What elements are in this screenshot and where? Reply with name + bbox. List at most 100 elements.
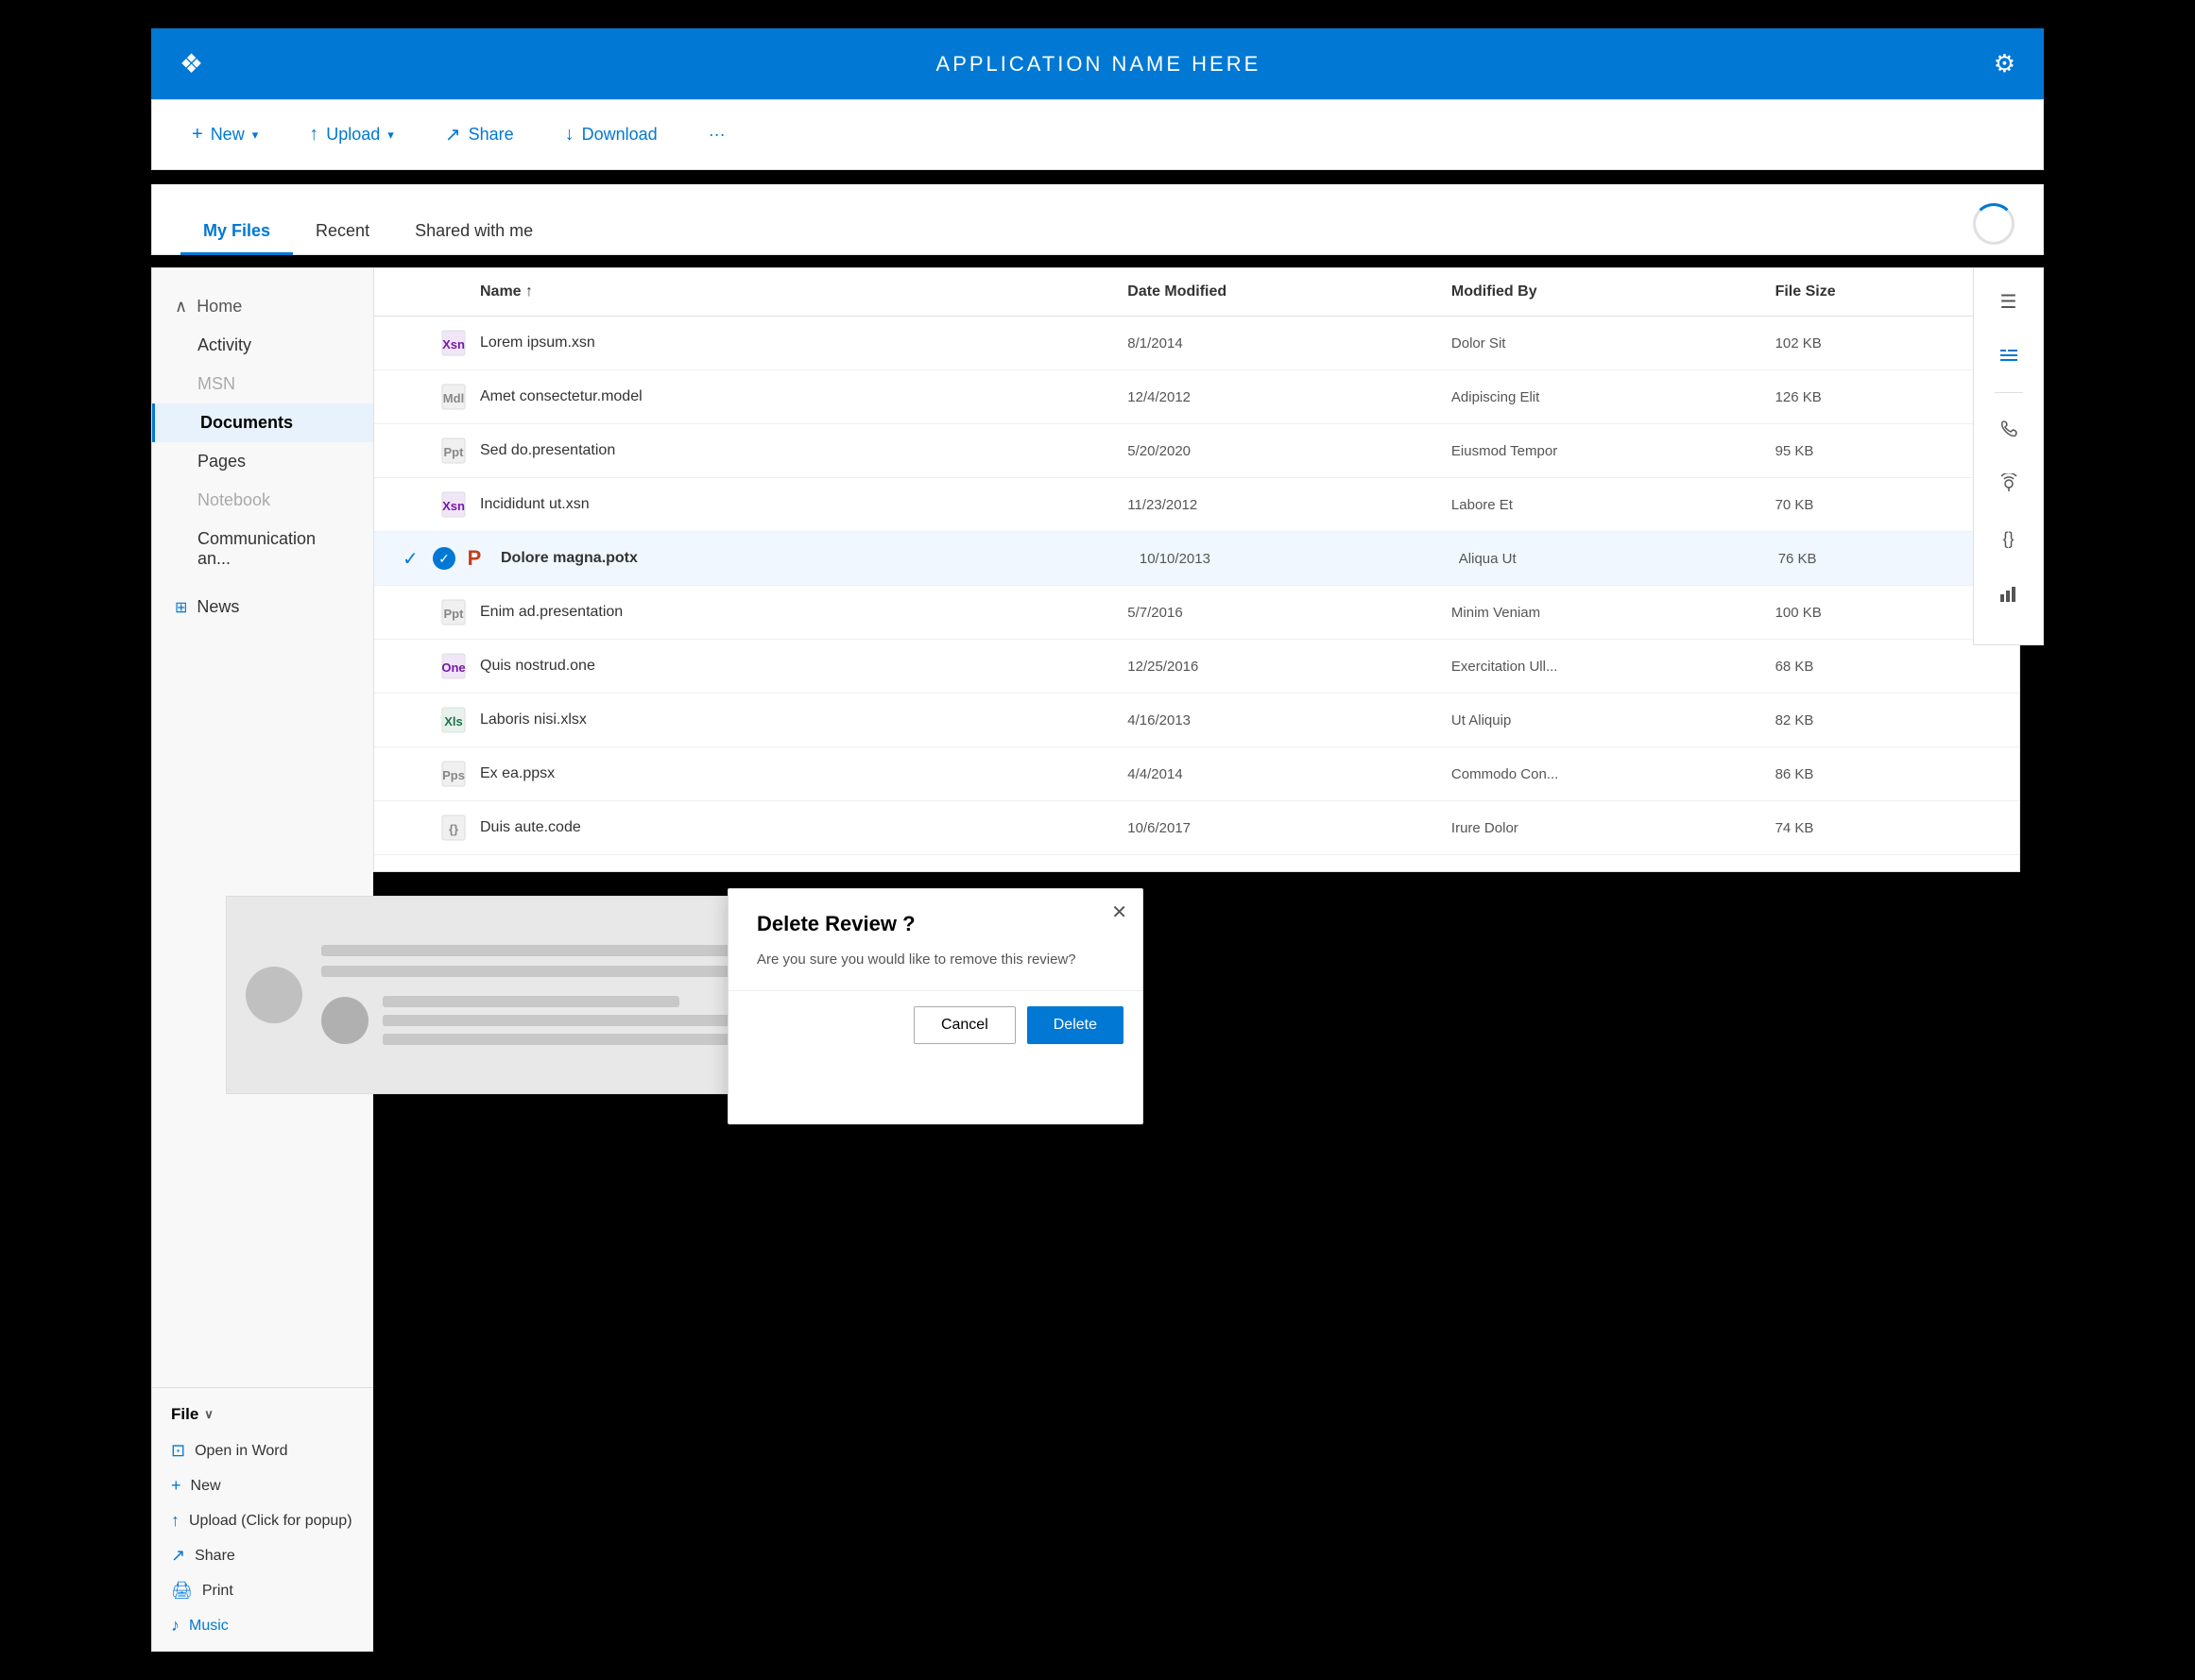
loading-spinner xyxy=(1973,203,2015,245)
upload-icon: ↑ xyxy=(309,124,318,146)
file-upload-icon: ↑ xyxy=(171,1511,180,1531)
file-modified-by: Aliqua Ut xyxy=(1459,551,1778,567)
sidebar-item-communication[interactable]: Communication an... xyxy=(152,520,373,578)
file-music-icon: ♪ xyxy=(171,1616,180,1636)
column-file-size: File Size xyxy=(1775,283,1991,300)
file-type-icon: ✓ xyxy=(429,543,459,574)
file-date: 5/7/2016 xyxy=(1127,605,1451,621)
modal-body: Are you sure you would like to remove th… xyxy=(729,951,1142,990)
news-icon: ⊞ xyxy=(175,598,187,617)
file-date: 5/20/2020 xyxy=(1127,443,1451,459)
right-panel-antenna-icon[interactable] xyxy=(1990,465,2028,503)
share-button[interactable]: ↗ Share xyxy=(434,115,525,154)
file-date: 4/16/2013 xyxy=(1127,712,1451,729)
sidebar-item-news[interactable]: ⊞ News xyxy=(152,588,373,626)
file-menu-print[interactable]: 🖨 Print xyxy=(152,1573,373,1608)
right-panel-chart-icon[interactable] xyxy=(1990,574,2028,612)
file-menu-new[interactable]: + New xyxy=(152,1468,373,1503)
right-panel-list-icon[interactable] xyxy=(1990,337,2028,375)
more-icon: ··· xyxy=(709,125,726,145)
file-size: 82 KB xyxy=(1775,712,1991,729)
svg-text:Xsn: Xsn xyxy=(442,337,465,351)
file-share-label: Share xyxy=(195,1548,235,1565)
delete-button[interactable]: Delete xyxy=(1027,1006,1123,1044)
file-new-icon: + xyxy=(171,1476,181,1496)
sidebar-item-pages[interactable]: Pages xyxy=(152,442,373,481)
file-modified-by: Ut Aliquip xyxy=(1451,712,1775,729)
file-size: 86 KB xyxy=(1775,766,1991,782)
right-panel-code-icon[interactable]: {} xyxy=(1990,520,2028,557)
row-checkbox[interactable]: ✓ xyxy=(403,547,429,571)
file-size: 70 KB xyxy=(1775,497,1991,513)
download-button[interactable]: ↓ Download xyxy=(554,116,669,153)
table-row[interactable]: Ppt Enim ad.presentation 5/7/2016 Minim … xyxy=(374,586,2019,640)
file-music-label: Music xyxy=(189,1618,229,1635)
sidebar-item-notebook[interactable]: Notebook xyxy=(152,481,373,520)
toolbar: + New ▾ ↑ Upload ▾ ↗ Share ↓ Download ··… xyxy=(151,99,2044,170)
file-modified-by: Eiusmod Tempor xyxy=(1451,443,1775,459)
file-print-icon: 🖨 xyxy=(171,1581,193,1601)
preview-line-3 xyxy=(383,996,679,1007)
sidebar-item-home[interactable]: ∧ Home xyxy=(152,287,373,326)
svg-text:One: One xyxy=(441,660,465,675)
file-menu-open-in-word[interactable]: ⊡ Open in Word xyxy=(152,1433,373,1468)
more-button[interactable]: ··· xyxy=(697,117,737,152)
file-menu-header[interactable]: File ∨ xyxy=(152,1396,373,1433)
file-size: 74 KB xyxy=(1775,820,1991,836)
preview-avatar-sm xyxy=(321,997,369,1044)
cancel-button[interactable]: Cancel xyxy=(914,1006,1016,1044)
tab-recent[interactable]: Recent xyxy=(293,210,392,255)
file-type-icon-colored: P xyxy=(459,543,489,574)
file-list-area: Name ↑ Date Modified Modified By File Si… xyxy=(373,267,2020,872)
file-menu-music[interactable]: ♪ Music xyxy=(152,1608,373,1643)
file-name: Quis nostrud.one xyxy=(480,658,1127,675)
file-type-icon: Mdl xyxy=(438,382,469,412)
file-menu-share[interactable]: ↗ Share xyxy=(152,1538,373,1573)
sidebar-item-msn[interactable]: MSN xyxy=(152,365,373,403)
tabs-bar: My Files Recent Shared with me xyxy=(151,184,2044,255)
file-modified-by: Minim Veniam xyxy=(1451,605,1775,621)
column-name[interactable]: Name ↑ xyxy=(480,283,1127,300)
table-row[interactable]: Xsn Incididunt ut.xsn 11/23/2012 Labore … xyxy=(374,478,2019,532)
svg-text:Pps: Pps xyxy=(442,768,465,782)
settings-icon[interactable]: ⚙ xyxy=(1994,49,2015,78)
modal-close-button[interactable]: ✕ xyxy=(1111,900,1127,924)
file-name: Enim ad.presentation xyxy=(480,604,1127,621)
header-bar: ❖ APPLICATION NAME HERE ⚙ xyxy=(151,28,2044,99)
table-row[interactable]: Pps Ex ea.ppsx 4/4/2014 Commodo Con... 8… xyxy=(374,747,2019,801)
file-modified-by: Adipiscing Elit xyxy=(1451,389,1775,405)
table-row[interactable]: Mdl Amet consectetur.model 12/4/2012 Adi… xyxy=(374,370,2019,424)
table-row[interactable]: ✓ ✓ P Dolore magna.potx 10/10/2013 Aliqu… xyxy=(374,532,2019,586)
right-panel-phone-icon[interactable] xyxy=(1990,410,2028,448)
file-date: 8/1/2014 xyxy=(1127,335,1451,351)
file-menu-upload[interactable]: ↑ Upload (Click for popup) xyxy=(152,1503,373,1538)
table-row[interactable]: One Quis nostrud.one 12/25/2016 Exercita… xyxy=(374,640,2019,694)
delete-review-modal: ✕ Delete Review ? Are you sure you would… xyxy=(728,888,1143,1124)
file-new-label: New xyxy=(191,1478,221,1495)
file-size: 76 KB xyxy=(1778,551,1991,567)
new-button[interactable]: + New ▾ xyxy=(180,116,269,153)
sidebar-item-documents[interactable]: Documents xyxy=(152,403,373,442)
upload-button[interactable]: ↑ Upload ▾ xyxy=(298,116,405,153)
file-share-icon: ↗ xyxy=(171,1546,185,1566)
chevron-up-icon: ∧ xyxy=(175,297,187,317)
table-row[interactable]: Xls Laboris nisi.xlsx 4/16/2013 Ut Aliqu… xyxy=(374,694,2019,747)
app-logo-icon: ❖ xyxy=(180,48,203,79)
file-size: 100 KB xyxy=(1775,605,1991,621)
table-row[interactable]: Ppt Sed do.presentation 5/20/2020 Eiusmo… xyxy=(374,424,2019,478)
right-panel-hamburger-icon[interactable]: ☰ xyxy=(1990,283,2028,320)
tab-my-files[interactable]: My Files xyxy=(180,210,293,255)
documents-label: Documents xyxy=(200,413,293,433)
table-row[interactable]: {} Duis aute.code 10/6/2017 Irure Dolor … xyxy=(374,801,2019,855)
sidebar-item-activity[interactable]: Activity xyxy=(152,326,373,365)
new-chevron-icon: ▾ xyxy=(252,128,259,143)
share-icon: ↗ xyxy=(445,123,461,146)
sidebar-nav: ∧ Home Activity MSN Documents Pages Note… xyxy=(152,268,373,1387)
tab-shared-with-me[interactable]: Shared with me xyxy=(392,210,556,255)
file-size: 68 KB xyxy=(1775,659,1991,675)
file-name: Dolore magna.potx xyxy=(501,550,1140,567)
share-button-label: Share xyxy=(469,125,514,145)
table-row[interactable]: Xsn Lorem ipsum.xsn 8/1/2014 Dolor Sit 1… xyxy=(374,317,2019,370)
upload-chevron-icon: ▾ xyxy=(387,128,394,143)
file-type-icon: One xyxy=(438,651,469,681)
